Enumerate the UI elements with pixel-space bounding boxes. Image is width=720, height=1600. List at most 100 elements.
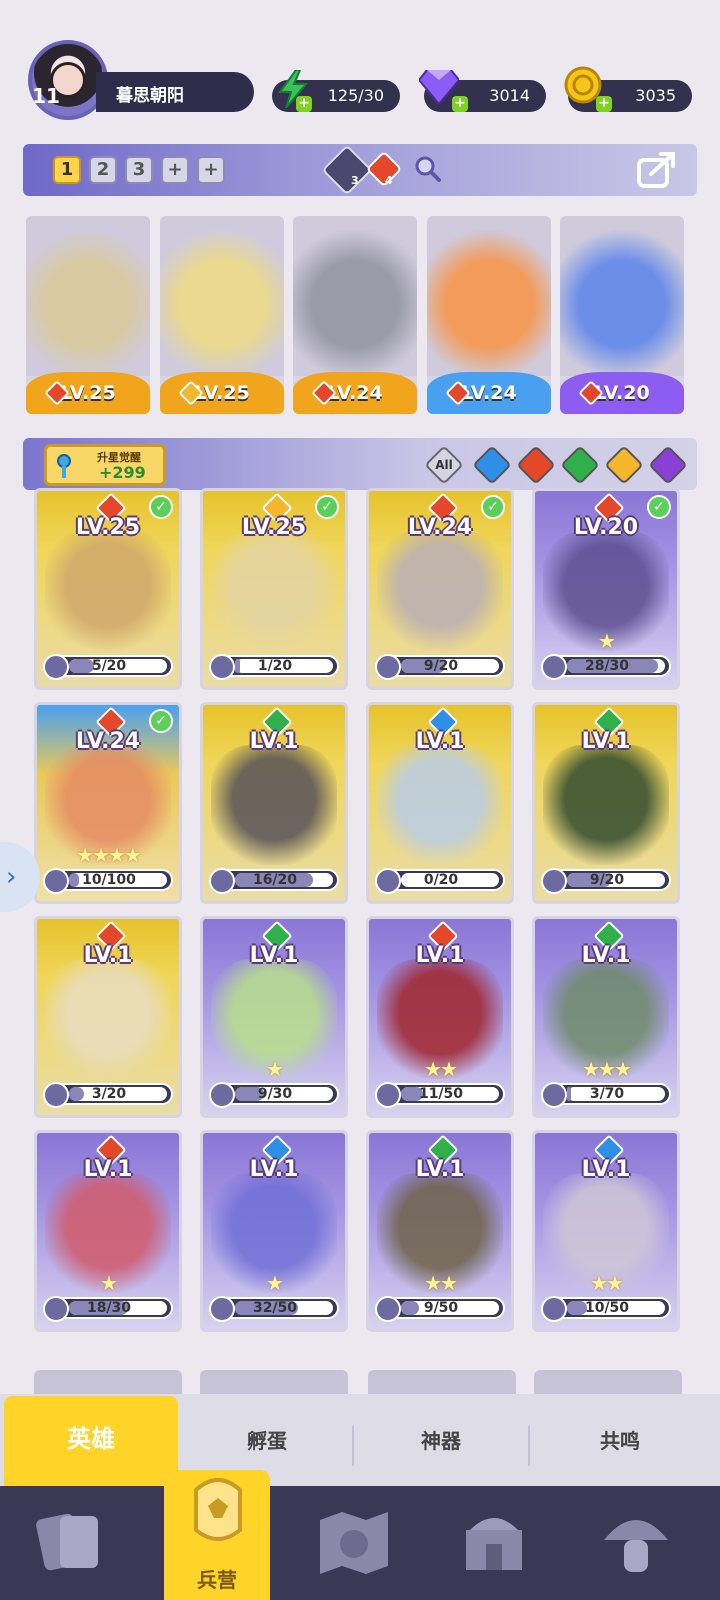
hero-card[interactable]: LV.1 ★ 9/30: [200, 916, 348, 1118]
share-icon[interactable]: [635, 148, 679, 192]
hero-portrait: [543, 745, 669, 865]
team-slot-1[interactable]: 1: [53, 156, 81, 184]
shard-progress-bar: 3/20: [43, 1082, 173, 1108]
hero-stars: ★★: [590, 1271, 624, 1295]
shard-progress-bar: 1/20: [209, 654, 339, 680]
hero-stars: ★: [100, 1271, 118, 1295]
shard-progress-bar: 5/20: [43, 654, 173, 680]
shard-progress-bar: 11/50: [375, 1082, 505, 1108]
chevron-right-icon: ›: [6, 862, 17, 892]
hero-level: LV.1: [415, 729, 465, 754]
hero-card[interactable]: LV.1 ★★ 9/50: [366, 1130, 514, 1332]
hero-stars: ★: [266, 1057, 284, 1081]
shard-icon: [43, 654, 69, 680]
hero-card[interactable]: ✓ LV.20 ★ 28/30: [532, 488, 680, 690]
hero-card[interactable]: ✓ LV.24 9/20: [366, 488, 514, 690]
team-slot-3[interactable]: 3: [125, 156, 153, 184]
shard-icon: [43, 1082, 69, 1108]
hero-card[interactable]: ✓ LV.25 5/20: [34, 488, 182, 690]
fire-element-icon: [365, 150, 403, 188]
team-hero-portrait: [293, 216, 417, 376]
team-hero-portrait: [560, 216, 684, 376]
hero-card[interactable]: LV.1 ★★★ 3/70: [532, 916, 680, 1118]
temple-icon[interactable]: [452, 1500, 536, 1584]
coin-value: 3035: [635, 86, 676, 105]
hero-card[interactable]: ✓ LV.24 ★★★★ 10/100: [34, 702, 182, 904]
shard-icon: [209, 1082, 235, 1108]
nav-barracks-label: 兵营: [197, 1568, 237, 1592]
shard-icon: [43, 1296, 69, 1322]
next-row-peek: [200, 1370, 348, 1394]
hero-card[interactable]: LV.1 ★★ 10/50: [532, 1130, 680, 1332]
map-icon[interactable]: [312, 1500, 396, 1584]
hero-card[interactable]: ✓ LV.25 1/20: [200, 488, 348, 690]
mushroom-icon[interactable]: [594, 1500, 678, 1584]
next-row-peek: [34, 1370, 182, 1394]
tab-artifact[interactable]: 神器: [354, 1416, 528, 1466]
hero-portrait: [377, 745, 503, 865]
hero-card[interactable]: LV.1 16/20: [200, 702, 348, 904]
coin-plus-icon[interactable]: +: [596, 96, 612, 112]
hero-level: LV.25: [75, 515, 141, 540]
hero-level: LV.20: [573, 515, 639, 540]
tab-heroes[interactable]: 英雄: [4, 1396, 178, 1486]
team-slot-2[interactable]: 2: [89, 156, 117, 184]
shard-progress-bar: 32/50: [209, 1296, 339, 1322]
team-card[interactable]: LV.24: [293, 216, 417, 414]
crossbow-count: 3: [351, 174, 359, 187]
search-icon[interactable]: [413, 154, 443, 184]
shard-progress-bar: 9/50: [375, 1296, 505, 1322]
shard-progress-bar: 16/20: [209, 868, 339, 894]
shard-icon: [541, 654, 567, 680]
gem-plus-icon[interactable]: +: [452, 96, 468, 112]
hero-level: LV.1: [249, 1157, 299, 1182]
hero-level: LV.1: [249, 729, 299, 754]
shard-icon: [43, 868, 69, 894]
shard-progress-bar: 3/70: [541, 1082, 671, 1108]
shard-icon: [375, 654, 401, 680]
hero-level: LV.1: [581, 729, 631, 754]
team-card[interactable]: LV.20: [560, 216, 684, 414]
team-slot-add-2[interactable]: +: [197, 156, 225, 184]
hero-stars: ★★: [424, 1057, 458, 1081]
hero-card[interactable]: LV.1 ★ 18/30: [34, 1130, 182, 1332]
hero-card[interactable]: LV.1 ★★ 11/50: [366, 916, 514, 1118]
hero-level: LV.1: [83, 943, 133, 968]
shard-progress-bar: 10/50: [541, 1296, 671, 1322]
cards-icon[interactable]: [30, 1500, 114, 1584]
key-icon: [53, 453, 75, 478]
hero-level: LV.25: [241, 515, 307, 540]
crossbow-class-icon: [321, 144, 373, 196]
awaken-badge[interactable]: 升星觉醒 +299: [44, 444, 166, 486]
tab-resonance[interactable]: 共鸣: [530, 1416, 710, 1466]
shard-icon: [541, 868, 567, 894]
shard-progress-bar: 9/20: [541, 868, 671, 894]
player-level: 11: [32, 84, 60, 108]
hero-card[interactable]: LV.1 ★ 32/50: [200, 1130, 348, 1332]
energy-plus-icon[interactable]: +: [296, 96, 312, 112]
hero-card[interactable]: LV.1 9/20: [532, 702, 680, 904]
shard-icon: [209, 654, 235, 680]
hero-stars: ★: [266, 1271, 284, 1295]
shard-icon: [541, 1082, 567, 1108]
tab-hatch[interactable]: 孵蛋: [182, 1416, 352, 1466]
hero-level: LV.1: [83, 1157, 133, 1182]
hero-level: LV.1: [581, 1157, 631, 1182]
hero-card[interactable]: LV.1 3/20: [34, 916, 182, 1118]
team-hero-portrait: [160, 216, 284, 376]
team-card[interactable]: LV.25: [26, 216, 150, 414]
shard-icon: [209, 868, 235, 894]
shard-progress-bar: 28/30: [541, 654, 671, 680]
team-slot-add-1[interactable]: +: [161, 156, 189, 184]
team-card[interactable]: LV.24: [427, 216, 551, 414]
hero-card[interactable]: LV.1 0/20: [366, 702, 514, 904]
filter-all-label: All: [435, 458, 453, 472]
fire-count: 4: [385, 174, 393, 187]
hero-stars: ★★: [424, 1271, 458, 1295]
shard-progress-bar: 9/20: [375, 654, 505, 680]
hero-portrait: [211, 531, 337, 651]
player-name: 暮思朝阳: [96, 72, 254, 112]
shard-icon: [209, 1296, 235, 1322]
next-row-peek: [368, 1370, 516, 1394]
team-card[interactable]: LV.25: [160, 216, 284, 414]
